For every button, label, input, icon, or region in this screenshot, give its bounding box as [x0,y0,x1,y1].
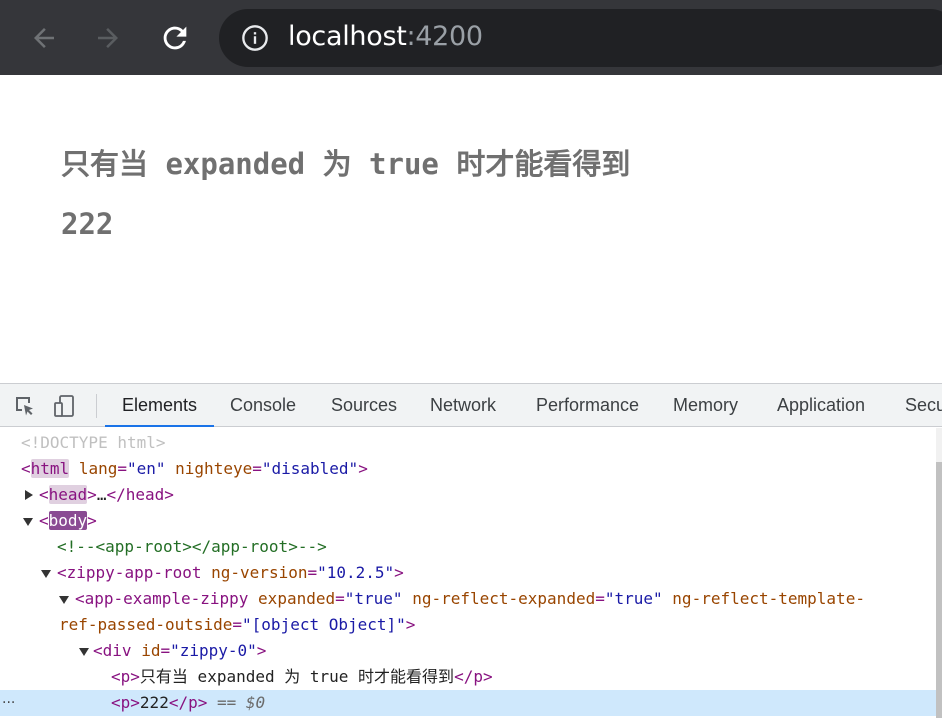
inspect-element-icon[interactable] [13,394,37,418]
dom-node-html[interactable]: <html lang="en" nighteye="disabled"> [0,456,936,482]
scrollbar-thumb[interactable] [936,462,942,718]
devtools-panel: Elements Console Sources Network Perform… [0,383,942,718]
forward-button[interactable] [88,18,128,58]
attr-value: "10.2.5" [317,563,395,582]
row-menu-icon[interactable]: ··· [2,690,15,716]
tab-application[interactable]: Application [777,384,865,427]
collapse-triangle-icon[interactable] [41,570,51,578]
tab-network[interactable]: Network [430,384,496,427]
body-tag-name: body [48,511,88,530]
p-text: 只有当 expanded 为 true 时才能看得到 [139,667,455,686]
device-toolbar-icon[interactable] [53,394,77,418]
attr-name: ng-version [211,563,308,582]
head-close-tag: head [125,485,165,504]
attr-value: "disabled" [261,459,359,478]
dom-node-p-2-selected[interactable]: ··· <p>222</p> == $0 [0,690,942,716]
attr-value: "true" [604,589,663,608]
tag-name: app-example-zippy [84,589,249,608]
dom-node-zippy-app-root[interactable]: <zippy-app-root ng-version="10.2.5"> [0,560,936,586]
info-icon[interactable] [241,24,269,52]
forward-arrow-icon [98,28,118,48]
attr-name: ng-reflect-template- [672,589,865,608]
url-port: :4200 [406,21,484,52]
attr-name: ng-reflect-expanded [412,589,596,608]
paragraph-222: 222 [61,207,114,241]
address-bar[interactable]: localhost:4200 [219,9,942,67]
p-text: 222 [139,693,169,712]
attr-value: "true" [344,589,403,608]
dom-node-head[interactable]: <head>…</head> [0,482,936,508]
paragraph-expanded-text: 只有当 expanded 为 true 时才能看得到 [61,147,631,181]
reload-icon [163,26,187,50]
url-host: localhost [288,21,407,52]
tab-memory[interactable]: Memory [673,384,738,427]
collapse-triangle-icon[interactable] [23,518,33,526]
attr-name: expanded [258,589,336,608]
attr-value: "[object Object]" [242,615,406,634]
tab-security[interactable]: Secu [905,384,942,427]
attr-name: lang [78,459,118,478]
dom-node-body[interactable]: <body> [0,508,936,534]
dom-node-p-1[interactable]: <p>只有当 expanded 为 true 时才能看得到</p> [0,664,936,690]
collapse-triangle-icon[interactable] [59,596,69,604]
tag-name: zippy-app-root [66,563,202,582]
dom-node-div-zippy[interactable]: <div id="zippy-0"> [0,638,936,664]
attr-value: "en" [126,459,166,478]
collapse-triangle-icon[interactable] [79,648,89,656]
expand-triangle-icon[interactable] [25,490,33,500]
dom-tree-scrollbar[interactable] [936,428,942,718]
doctype-text: <!DOCTYPE html> [21,433,166,452]
tab-performance[interactable]: Performance [536,384,639,427]
devtools-tab-bar: Elements Console Sources Network Perform… [0,384,942,427]
attr-name: ref-passed-outside [59,615,233,634]
html-tag-name: html [30,459,70,478]
back-arrow-icon [34,28,54,48]
attr-name: id [141,641,161,660]
toolbar-divider [96,394,97,418]
dom-node-doctype[interactable]: <!DOCTYPE html> [0,430,936,456]
dom-node-comment[interactable]: <!--<app-root></app-root>--> [0,534,936,560]
tag-name: div [102,641,132,660]
dom-node-app-example-zippy-wrap[interactable]: ref-passed-outside="[object Object]"> [0,612,936,638]
selected-marker: == $0 [217,693,266,712]
tab-console[interactable]: Console [230,384,296,427]
collapsed-ellipsis: … [96,485,107,504]
tab-elements[interactable]: Elements [104,384,215,427]
page-content: 只有当 expanded 为 true 时才能看得到 222 [0,75,942,383]
comment-text: <!--<app-root></app-root>--> [57,537,327,556]
tab-sources[interactable]: Sources [331,384,397,427]
browser-toolbar: localhost:4200 [0,0,942,75]
attr-name: nighteye [175,459,253,478]
head-tag-name: head [48,485,88,504]
reload-button[interactable] [155,18,195,58]
attr-value: "zippy-0" [170,641,257,660]
elements-dom-tree: <!DOCTYPE html> <html lang="en" nighteye… [0,428,942,718]
url-text[interactable]: localhost:4200 [288,21,483,52]
dom-node-app-example-zippy[interactable]: <app-example-zippy expanded="true" ng-re… [0,586,936,612]
back-button[interactable] [24,18,64,58]
